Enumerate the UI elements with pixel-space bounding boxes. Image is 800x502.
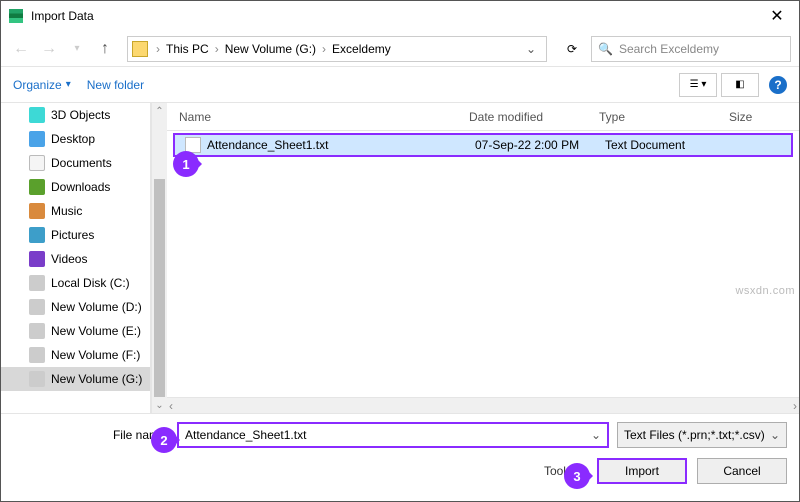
sidebar-item-new-volume-g[interactable]: New Volume (G:) bbox=[1, 367, 150, 391]
cancel-button[interactable]: Cancel bbox=[697, 458, 787, 484]
sidebar-scrollbar[interactable]: ⌃ ⌄ bbox=[151, 103, 167, 413]
new-folder-button[interactable]: New folder bbox=[87, 78, 144, 92]
watermark: wsxdn.com bbox=[735, 285, 795, 297]
back-button[interactable]: ← bbox=[9, 37, 33, 61]
sidebar-item-documents[interactable]: Documents bbox=[1, 151, 150, 175]
file-row[interactable]: Attendance_Sheet1.txt 07-Sep-22 2:00 PM … bbox=[173, 133, 793, 157]
import-data-dialog: Import Data ✕ ← → ▾ ↑ › This PC › New Vo… bbox=[0, 0, 800, 502]
column-headers: Name Date modified Type Size bbox=[167, 103, 799, 131]
help-button[interactable]: ? bbox=[769, 76, 787, 94]
sidebar: 3D Objects Desktop Documents Downloads M… bbox=[1, 103, 151, 413]
drive-icon bbox=[29, 275, 45, 291]
sidebar-item-pictures[interactable]: Pictures bbox=[1, 223, 150, 247]
close-button[interactable]: ✕ bbox=[755, 1, 799, 31]
filename-input[interactable]: Attendance_Sheet1.txt ⌄ bbox=[177, 422, 609, 448]
scroll-down-icon[interactable]: ⌄ bbox=[152, 397, 167, 413]
chevron-right-icon: › bbox=[211, 42, 223, 56]
drive-icon bbox=[29, 299, 45, 315]
col-name[interactable]: Name bbox=[167, 110, 457, 124]
refresh-button[interactable]: ⟳ bbox=[557, 36, 587, 62]
sidebar-item-videos[interactable]: Videos bbox=[1, 247, 150, 271]
drive-icon bbox=[29, 323, 45, 339]
col-size[interactable]: Size bbox=[717, 110, 799, 124]
search-icon: 🔍 bbox=[598, 42, 613, 56]
search-input[interactable]: 🔍 Search Exceldemy bbox=[591, 36, 791, 62]
footer: File name: Attendance_Sheet1.txt ⌄ Text … bbox=[1, 413, 799, 492]
import-button[interactable]: Import bbox=[597, 458, 687, 484]
scroll-left-icon[interactable]: ‹ bbox=[169, 399, 173, 413]
drive-icon bbox=[29, 347, 45, 363]
file-pane: Name Date modified Type Size Attendance_… bbox=[167, 103, 799, 413]
scroll-right-icon[interactable]: › bbox=[793, 399, 797, 413]
address-bar[interactable]: › This PC › New Volume (G:) › Exceldemy … bbox=[127, 36, 547, 62]
callout-3: 3 bbox=[564, 463, 590, 489]
chevron-down-icon[interactable]: ⌄ bbox=[591, 428, 601, 442]
sidebar-item-desktop[interactable]: Desktop bbox=[1, 127, 150, 151]
music-icon bbox=[29, 203, 45, 219]
sidebar-item-new-volume-d[interactable]: New Volume (D:) bbox=[1, 295, 150, 319]
desktop-icon bbox=[29, 131, 45, 147]
breadcrumb-root[interactable]: This PC bbox=[164, 42, 211, 56]
downloads-icon bbox=[29, 179, 45, 195]
videos-icon bbox=[29, 251, 45, 267]
sidebar-item-downloads[interactable]: Downloads bbox=[1, 175, 150, 199]
preview-pane-button[interactable]: ◧ bbox=[721, 73, 759, 97]
titlebar: Import Data ✕ bbox=[1, 1, 799, 31]
callout-2: 2 bbox=[151, 427, 177, 453]
col-date[interactable]: Date modified bbox=[457, 110, 587, 124]
organize-button[interactable]: Organize▾ bbox=[13, 78, 71, 92]
address-dropdown[interactable]: ⌄ bbox=[520, 42, 542, 56]
breadcrumb-folder[interactable]: Exceldemy bbox=[330, 42, 393, 56]
scroll-thumb[interactable] bbox=[154, 179, 165, 397]
chevron-right-icon: › bbox=[318, 42, 330, 56]
forward-button[interactable]: → bbox=[37, 37, 61, 61]
nav-bar: ← → ▾ ↑ › This PC › New Volume (G:) › Ex… bbox=[1, 31, 799, 67]
drive-icon bbox=[29, 371, 45, 387]
callout-1: 1 bbox=[173, 151, 199, 177]
col-type[interactable]: Type bbox=[587, 110, 717, 124]
excel-icon bbox=[9, 9, 23, 23]
file-type: Text Document bbox=[595, 138, 725, 152]
file-filter-dropdown[interactable]: Text Files (*.prn;*.txt;*.csv) ⌄ bbox=[617, 422, 787, 448]
up-button[interactable]: ↑ bbox=[93, 37, 117, 61]
chevron-right-icon: › bbox=[152, 42, 164, 56]
sidebar-item-3d-objects[interactable]: 3D Objects bbox=[1, 103, 150, 127]
sidebar-item-local-disk-c[interactable]: Local Disk (C:) bbox=[1, 271, 150, 295]
scroll-up-icon[interactable]: ⌃ bbox=[152, 103, 167, 119]
chevron-down-icon[interactable]: ⌄ bbox=[770, 428, 780, 442]
chevron-down-icon: ▾ bbox=[66, 79, 71, 90]
recent-locations[interactable]: ▾ bbox=[65, 37, 89, 61]
search-placeholder: Search Exceldemy bbox=[619, 42, 719, 56]
sidebar-item-new-volume-e[interactable]: New Volume (E:) bbox=[1, 319, 150, 343]
horizontal-scrollbar[interactable]: ‹ › bbox=[167, 397, 799, 413]
view-options-button[interactable]: ☰ ▾ bbox=[679, 73, 717, 97]
documents-icon bbox=[29, 155, 45, 171]
sidebar-item-new-volume-f[interactable]: New Volume (F:) bbox=[1, 343, 150, 367]
toolbar: Organize▾ New folder ☰ ▾ ◧ ? bbox=[1, 67, 799, 103]
sidebar-item-music[interactable]: Music bbox=[1, 199, 150, 223]
3d-objects-icon bbox=[29, 107, 45, 123]
window-title: Import Data bbox=[31, 9, 755, 23]
folder-icon bbox=[132, 41, 148, 57]
file-name: Attendance_Sheet1.txt bbox=[207, 138, 328, 152]
file-date: 07-Sep-22 2:00 PM bbox=[465, 138, 595, 152]
breadcrumb-drive[interactable]: New Volume (G:) bbox=[223, 42, 318, 56]
pictures-icon bbox=[29, 227, 45, 243]
body: 3D Objects Desktop Documents Downloads M… bbox=[1, 103, 799, 413]
